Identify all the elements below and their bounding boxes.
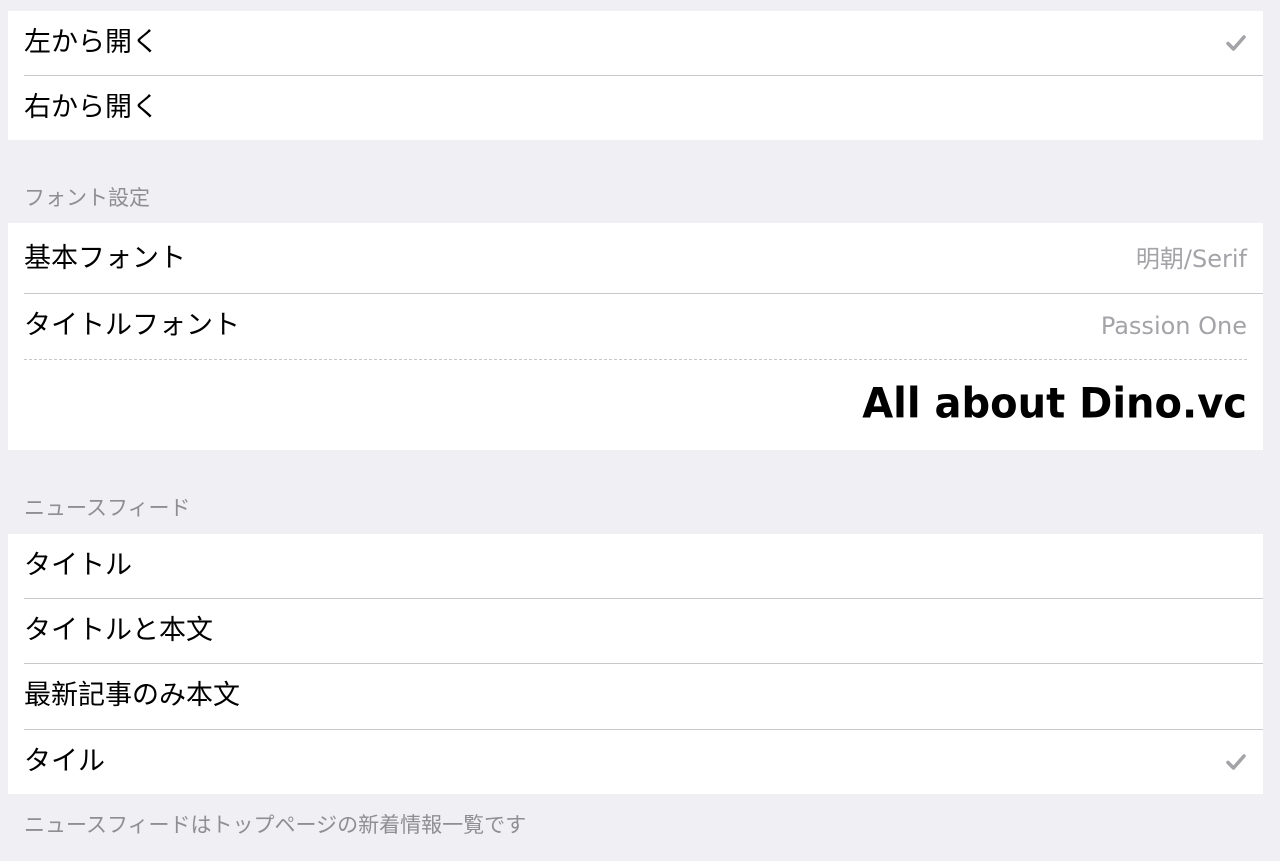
open-direction-group: 左から開く 右から開く xyxy=(8,11,1263,140)
news-option-title-and-body[interactable]: タイトルと本文 xyxy=(8,599,1263,663)
base-font-row[interactable]: 基本フォント 明朝/Serif xyxy=(8,225,1263,293)
title-font-row[interactable]: タイトルフォント Passion One xyxy=(8,294,1263,358)
news-option-label: タイトルと本文 xyxy=(24,615,213,646)
news-feed-header: ニュースフィード xyxy=(24,496,191,520)
news-option-latest-body[interactable]: 最新記事のみ本文 xyxy=(8,664,1263,728)
open-from-right-label: 右から開く xyxy=(24,92,159,123)
news-feed-footer-note: ニュースフィードはトップページの新着情報一覧です xyxy=(24,813,527,837)
news-option-label: タイトル xyxy=(24,550,132,581)
title-font-value: Passion One xyxy=(1100,312,1247,340)
title-font-preview: All about Dino.vc xyxy=(862,379,1247,429)
news-option-title[interactable]: タイトル xyxy=(8,534,1263,598)
settings-page: 左から開く 右から開く フォント設定 基本フォント 明朝/Serif タイトルフ… xyxy=(0,0,1280,861)
news-feed-group: タイトル タイトルと本文 最新記事のみ本文 タイル xyxy=(8,534,1263,794)
news-option-label: 最新記事のみ本文 xyxy=(24,680,240,711)
checkmark-icon xyxy=(1226,754,1246,770)
font-settings-group: 基本フォント 明朝/Serif タイトルフォント Passion One All… xyxy=(8,223,1263,450)
font-settings-header: フォント設定 xyxy=(24,186,150,210)
open-from-right-option[interactable]: 右から開く xyxy=(8,76,1263,140)
base-font-label: 基本フォント xyxy=(24,243,186,274)
checkmark-icon xyxy=(1226,35,1246,51)
preview-divider xyxy=(24,359,1247,360)
open-from-left-label: 左から開く xyxy=(24,27,159,58)
base-font-value: 明朝/Serif xyxy=(1135,245,1247,273)
title-font-label: タイトルフォント xyxy=(24,310,240,341)
news-option-tile[interactable]: タイル xyxy=(8,730,1263,794)
news-option-label: タイル xyxy=(24,746,105,777)
open-from-left-option[interactable]: 左から開く xyxy=(8,11,1263,75)
